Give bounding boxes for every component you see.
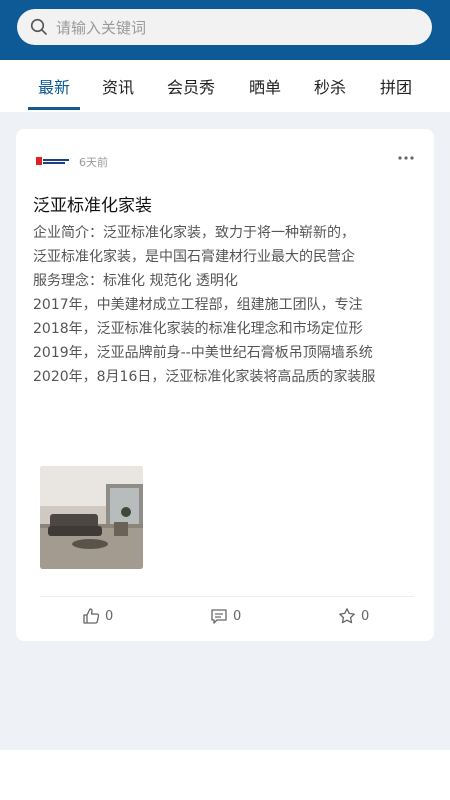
tab-group-buy[interactable]: 拼团 xyxy=(380,74,412,98)
tab-label: 拼团 xyxy=(380,78,413,97)
post-actions: 0 0 0 xyxy=(16,607,434,629)
tab-label: 最新 xyxy=(38,78,71,97)
post-excerpt[interactable]: 企业简介：泛亚标准化家装，致力于将一种崭新的， 泛亚标准化家装，是中国石膏建材行… xyxy=(33,221,423,389)
divider xyxy=(40,596,414,597)
search-input[interactable]: 请输入关键词 xyxy=(17,9,432,45)
excerpt-line: 服务理念：标准化 规范化 透明化 xyxy=(33,273,238,289)
post-card[interactable]: 6天前 泛亚标准化家装 企业简介：泛亚标准化家装，致力于将一种崭新的， 泛亚标准… xyxy=(16,129,434,641)
avatar[interactable] xyxy=(34,145,72,177)
post-title[interactable]: 泛亚标准化家装 xyxy=(33,191,152,216)
star-icon xyxy=(339,608,355,624)
feed: 6天前 泛亚标准化家装 企业简介：泛亚标准化家装，致力于将一种崭新的， 泛亚标准… xyxy=(0,112,450,750)
tab-latest[interactable]: 最新 xyxy=(28,74,81,110)
tab-label: 秒杀 xyxy=(314,78,347,97)
search-icon xyxy=(30,18,48,36)
like-button[interactable]: 0 xyxy=(82,607,113,625)
category-tabs: 最新 资讯 会员秀 晒单 秒杀 拼团 xyxy=(0,60,450,112)
tab-flash-sale[interactable]: 秒杀 xyxy=(314,74,346,98)
tab-label: 晒单 xyxy=(249,78,282,97)
comment-icon xyxy=(211,609,227,624)
like-count: 0 xyxy=(105,608,114,624)
tab-label: 资讯 xyxy=(102,78,135,97)
thumbs-up-icon xyxy=(83,608,100,624)
top-bar: 请输入关键词 xyxy=(0,0,450,60)
excerpt-line: 2017年，中美建材成立工程部，组建施工团队，专注 xyxy=(33,297,363,313)
comment-button[interactable]: 0 xyxy=(210,607,241,625)
search-placeholder: 请输入关键词 xyxy=(56,18,147,37)
excerpt-line: 企业简介：泛亚标准化家装，致力于将一种崭新的， xyxy=(33,225,355,241)
tab-share-orders[interactable]: 晒单 xyxy=(249,74,281,98)
excerpt-line: 泛亚标准化家装，是中国石膏建材行业最大的民营企 xyxy=(33,249,355,265)
tab-member-show[interactable]: 会员秀 xyxy=(167,74,215,98)
post-time: 6天前 xyxy=(79,156,108,169)
favorite-count: 0 xyxy=(361,608,370,624)
favorite-button[interactable]: 0 xyxy=(338,607,369,625)
post-image[interactable] xyxy=(40,466,143,569)
comment-count: 0 xyxy=(233,608,242,624)
excerpt-line: 2018年，泛亚标准化家装的标准化理念和市场定位形 xyxy=(33,321,363,337)
excerpt-line: 2020年，8月16日，泛亚标准化家装将高品质的家装服 xyxy=(33,369,376,385)
tab-label: 会员秀 xyxy=(167,78,216,97)
excerpt-line: 2019年，泛亚品牌前身--中美世纪石膏板吊顶隔墙系统 xyxy=(33,345,373,361)
tab-news[interactable]: 资讯 xyxy=(102,74,134,98)
more-options-icon[interactable] xyxy=(398,145,414,164)
bottom-area xyxy=(0,750,450,800)
active-tab-indicator xyxy=(28,107,81,110)
